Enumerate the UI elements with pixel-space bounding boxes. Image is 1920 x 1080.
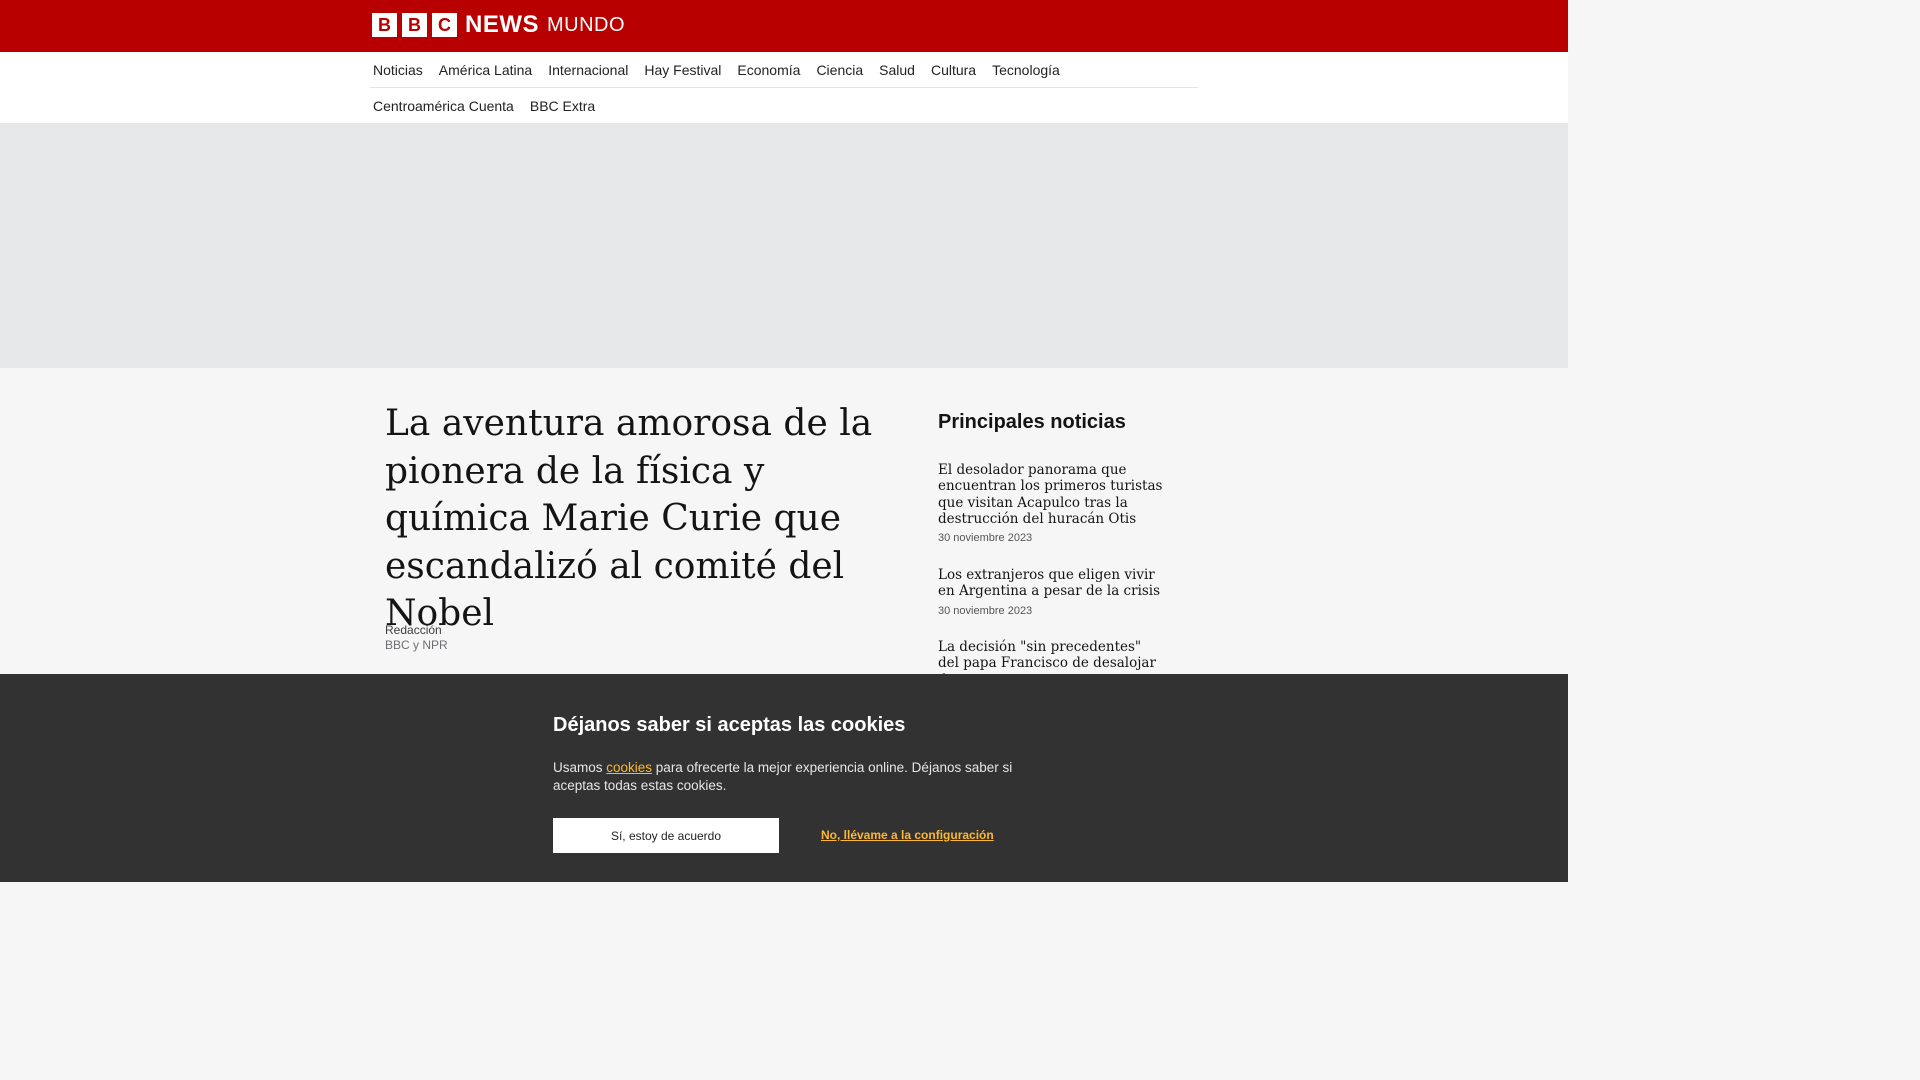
- nav-item-tecnologia[interactable]: Tecnología: [989, 62, 1063, 78]
- nav-item-centroamerica-cuenta[interactable]: Centroamérica Cuenta: [370, 98, 517, 114]
- nav-item-economia[interactable]: Economía: [734, 62, 803, 78]
- cookie-settings-link[interactable]: No, llévame a la configuración: [821, 828, 994, 842]
- logo-letter-b2: B: [402, 13, 427, 37]
- nav-row-1: Noticias América Latina Internacional Ha…: [370, 52, 1198, 88]
- top-story-link[interactable]: El desolador panorama que encuentran los…: [938, 462, 1166, 527]
- article-headline: La aventura amorosa de la pionera de la …: [385, 403, 873, 634]
- cookie-banner-text: Usamos cookies para ofrecerte la mejor e…: [553, 759, 1023, 795]
- nav-item-hay-festival[interactable]: Hay Festival: [641, 62, 724, 78]
- top-story-date: 30 noviembre 2023: [938, 532, 1033, 545]
- nav-item-cultura[interactable]: Cultura: [928, 62, 979, 78]
- top-stories-heading: Principales noticias: [938, 411, 1126, 433]
- logo-mundo-text: MUNDO: [547, 14, 626, 36]
- nav-item-internacional[interactable]: Internacional: [545, 62, 631, 78]
- cookie-consent-banner: Déjanos saber si aceptas las cookies Usa…: [0, 674, 1568, 882]
- top-header-bar: B B C NEWS MUNDO: [0, 0, 1568, 52]
- nav-item-bbc-extra[interactable]: BBC Extra: [527, 98, 598, 114]
- logo-letter-c: C: [432, 13, 457, 37]
- cookie-banner-title: Déjanos saber si aceptas las cookies: [553, 714, 906, 736]
- nav-row-2: Centroamérica Cuenta BBC Extra: [370, 88, 1198, 123]
- nav-item-salud[interactable]: Salud: [876, 62, 918, 78]
- accept-cookies-button[interactable]: Sí, estoy de acuerdo: [553, 818, 779, 853]
- advertisement-placeholder: [0, 123, 1568, 368]
- cookies-link[interactable]: cookies: [606, 760, 652, 775]
- byline-author: Redacción: [385, 623, 442, 637]
- top-story-item: Los extranjeros que eligen vivir en Arge…: [938, 567, 1166, 617]
- navigation-bar: Noticias América Latina Internacional Ha…: [0, 52, 1568, 123]
- nav-item-noticias[interactable]: Noticias: [370, 62, 426, 78]
- logo-news-text: NEWS: [465, 11, 539, 38]
- cookie-text-before: Usamos: [553, 760, 607, 775]
- bbc-news-mundo-logo[interactable]: B B C NEWS MUNDO: [372, 13, 625, 37]
- top-story-item: El desolador panorama que encuentran los…: [938, 462, 1166, 544]
- nav-item-ciencia[interactable]: Ciencia: [813, 62, 866, 78]
- top-story-link[interactable]: Los extranjeros que eligen vivir en Arge…: [938, 567, 1166, 600]
- logo-letter-b1: B: [372, 13, 397, 37]
- top-story-date: 30 noviembre 2023: [938, 604, 1033, 617]
- byline-organization: BBC y NPR: [385, 638, 448, 652]
- nav-item-america-latina[interactable]: América Latina: [436, 62, 535, 78]
